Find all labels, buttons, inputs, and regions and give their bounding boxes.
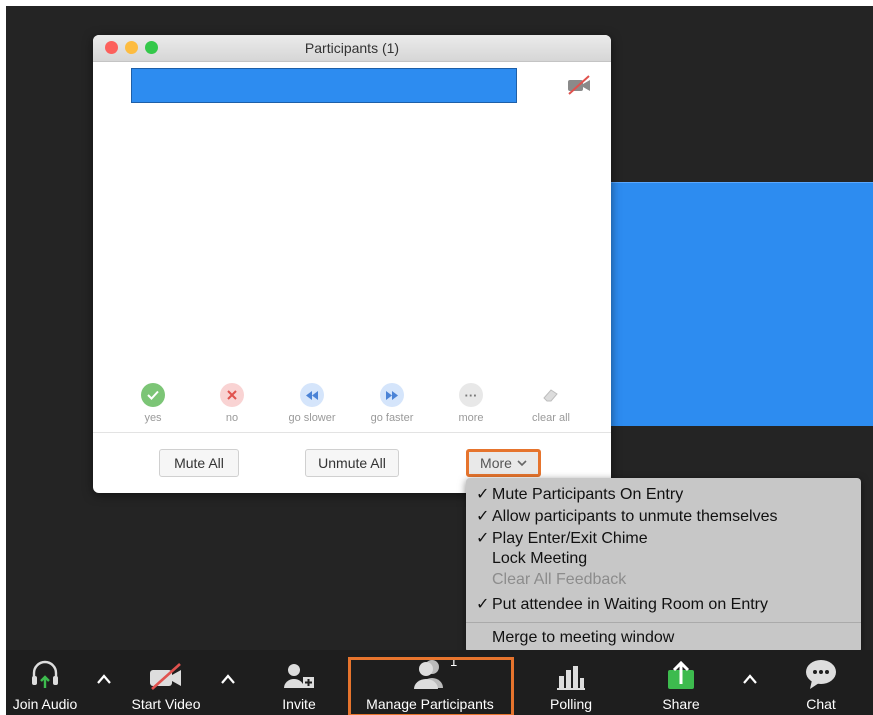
feedback-more[interactable]: ··· more	[435, 383, 507, 443]
check-icon	[141, 383, 165, 407]
chat-bubble-icon	[806, 660, 836, 689]
video-tile	[609, 182, 873, 426]
invite-button[interactable]: Invite	[264, 650, 334, 715]
feedback-label: no	[225, 412, 239, 424]
menu-item-label: Clear All Feedback	[492, 571, 627, 588]
menu-item-lock-meeting[interactable]: Lock Meeting	[476, 550, 587, 568]
start-video-button[interactable]: Start Video	[116, 650, 216, 715]
share-screen-icon	[668, 660, 694, 689]
menu-item-allow-unmute[interactable]: ✓ Allow participants to unmute themselves	[476, 506, 777, 526]
menu-item-mute-on-entry[interactable]: ✓ Mute Participants On Entry	[476, 484, 683, 504]
bar-chart-icon	[557, 666, 585, 690]
ellipsis-icon: ···	[459, 383, 483, 407]
x-icon	[220, 383, 244, 407]
menu-item-merge-window[interactable]: Merge to meeting window	[476, 629, 674, 647]
mute-all-button[interactable]: Mute All	[159, 449, 239, 477]
menu-item-clear-feedback: Clear All Feedback	[476, 571, 626, 589]
feedback-go-slower[interactable]: go slower	[276, 383, 348, 443]
feedback-label: go faster	[370, 412, 414, 424]
checkmark-icon: ✓	[476, 508, 490, 525]
feedback-no[interactable]: no	[196, 383, 268, 443]
checkmark-icon: ✓	[476, 530, 490, 547]
participant-row[interactable]	[131, 68, 517, 103]
manage-participants-highlight	[348, 657, 514, 715]
window-titlebar[interactable]: Participants (1)	[93, 35, 611, 62]
audio-options-chevron-icon[interactable]	[96, 672, 112, 686]
add-person-icon	[284, 664, 314, 688]
chevron-down-icon	[517, 459, 527, 466]
menu-item-enter-exit-chime[interactable]: ✓ Play Enter/Exit Chime	[476, 528, 648, 548]
share-button[interactable]: Share	[646, 650, 716, 715]
video-options-chevron-icon[interactable]	[220, 672, 236, 686]
feedback-clear-all[interactable]: clear all	[515, 383, 587, 443]
menu-item-label: Allow participants to unmute themselves	[492, 508, 778, 525]
participants-window: Participants (1) yes no go slower go fas…	[93, 35, 611, 493]
menu-item-label: Merge to meeting window	[492, 629, 675, 646]
checkmark-icon: ✓	[476, 596, 490, 613]
invite-label: Invite	[282, 696, 316, 712]
share-label: Share	[662, 696, 700, 712]
feedback-label: clear all	[532, 412, 570, 424]
polling-label: Polling	[549, 696, 593, 712]
feedback-yes[interactable]: yes	[117, 383, 189, 443]
more-options-menu: ✓ Mute Participants On Entry ✓ Allow parti…	[466, 478, 861, 653]
menu-item-label: Put attendee in Waiting Room on Entry	[492, 596, 768, 613]
feedback-label: go slower	[288, 412, 336, 424]
more-button-label: More	[480, 455, 512, 471]
more-button[interactable]: More	[466, 449, 541, 477]
unmute-all-button[interactable]: Unmute All	[305, 449, 399, 477]
divider	[93, 432, 611, 433]
chat-label: Chat	[806, 696, 836, 712]
chat-button[interactable]: Chat	[786, 650, 856, 715]
meeting-stage: Participants (1) yes no go slower go fas…	[6, 6, 873, 715]
video-off-icon	[150, 663, 181, 690]
eraser-icon	[539, 383, 563, 407]
fast-forward-icon	[380, 383, 404, 407]
join-audio-label: Join Audio	[12, 696, 78, 712]
headphones-icon	[32, 660, 58, 688]
video-off-icon	[568, 75, 590, 95]
feedback-label: yes	[144, 412, 162, 424]
checkmark-icon: ✓	[476, 486, 490, 503]
menu-divider	[466, 622, 861, 623]
join-audio-button[interactable]: Join Audio	[6, 650, 84, 715]
window-title: Participants (1)	[304, 40, 400, 56]
menu-item-label: Lock Meeting	[492, 550, 588, 567]
menu-item-label: Mute Participants On Entry	[492, 486, 684, 503]
start-video-label: Start Video	[131, 696, 201, 712]
polling-button[interactable]: Polling	[536, 650, 606, 715]
menu-item-waiting-room[interactable]: ✓ Put attendee in Waiting Room on Entry	[476, 594, 768, 614]
feedback-label: more	[458, 412, 484, 424]
share-options-chevron-icon[interactable]	[742, 672, 758, 686]
rewind-icon	[300, 383, 324, 407]
feedback-go-faster[interactable]: go faster	[356, 383, 428, 443]
menu-item-label: Play Enter/Exit Chime	[492, 530, 648, 547]
